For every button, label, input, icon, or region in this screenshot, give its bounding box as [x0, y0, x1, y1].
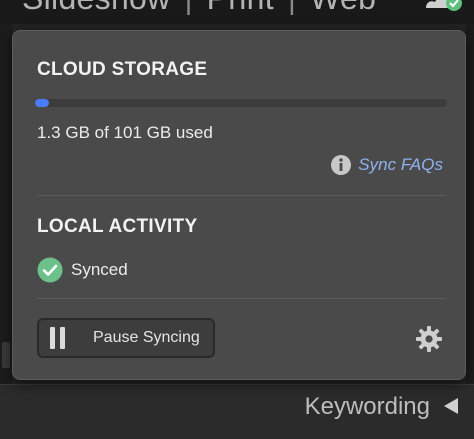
sync-status-text: Synced [71, 260, 128, 279]
sync-status: Synced [37, 257, 128, 283]
section-divider [37, 298, 445, 299]
triangle-left-icon[interactable] [444, 398, 458, 414]
module-slideshow[interactable]: Slideshow [22, 0, 171, 16]
lightroom-window: Slideshow|Print|Web Keywording CLOUD STO… [0, 0, 474, 439]
storage-progress-fill [35, 99, 49, 107]
module-print[interactable]: Print [207, 0, 274, 16]
check-circle-icon [37, 257, 63, 283]
pause-syncing-button[interactable]: Pause Syncing [37, 318, 215, 358]
module-picker: Slideshow|Print|Web [0, 0, 474, 24]
cloud-sync-popup: CLOUD STORAGE 1.3 GB of 101 GB used Sync… [12, 30, 466, 380]
module-separator: | [274, 0, 310, 16]
info-icon[interactable] [330, 154, 352, 176]
left-panel-edge [0, 24, 12, 384]
module-list: Slideshow|Print|Web [22, 0, 376, 17]
pause-syncing-label: Pause Syncing [93, 329, 200, 346]
right-panel-edge [466, 24, 474, 384]
cloud-sync-icon[interactable] [420, 0, 464, 14]
gear-icon[interactable] [415, 325, 443, 353]
section-divider [37, 195, 445, 196]
module-web[interactable]: Web [310, 0, 376, 16]
keywording-panel-header[interactable]: Keywording [0, 384, 474, 439]
local-activity-title: LOCAL ACTIVITY [37, 216, 198, 237]
storage-progress-bar [35, 99, 447, 107]
sync-faqs-label[interactable]: Sync FAQs [358, 155, 443, 175]
sync-faqs-link[interactable]: Sync FAQs [330, 154, 443, 176]
keywording-label[interactable]: Keywording [305, 393, 430, 421]
module-separator: | [171, 0, 207, 16]
cloud-storage-title: CLOUD STORAGE [37, 59, 208, 80]
panel-control-stub [2, 342, 10, 368]
storage-usage-text: 1.3 GB of 101 GB used [37, 123, 213, 142]
pause-icon [49, 327, 67, 349]
